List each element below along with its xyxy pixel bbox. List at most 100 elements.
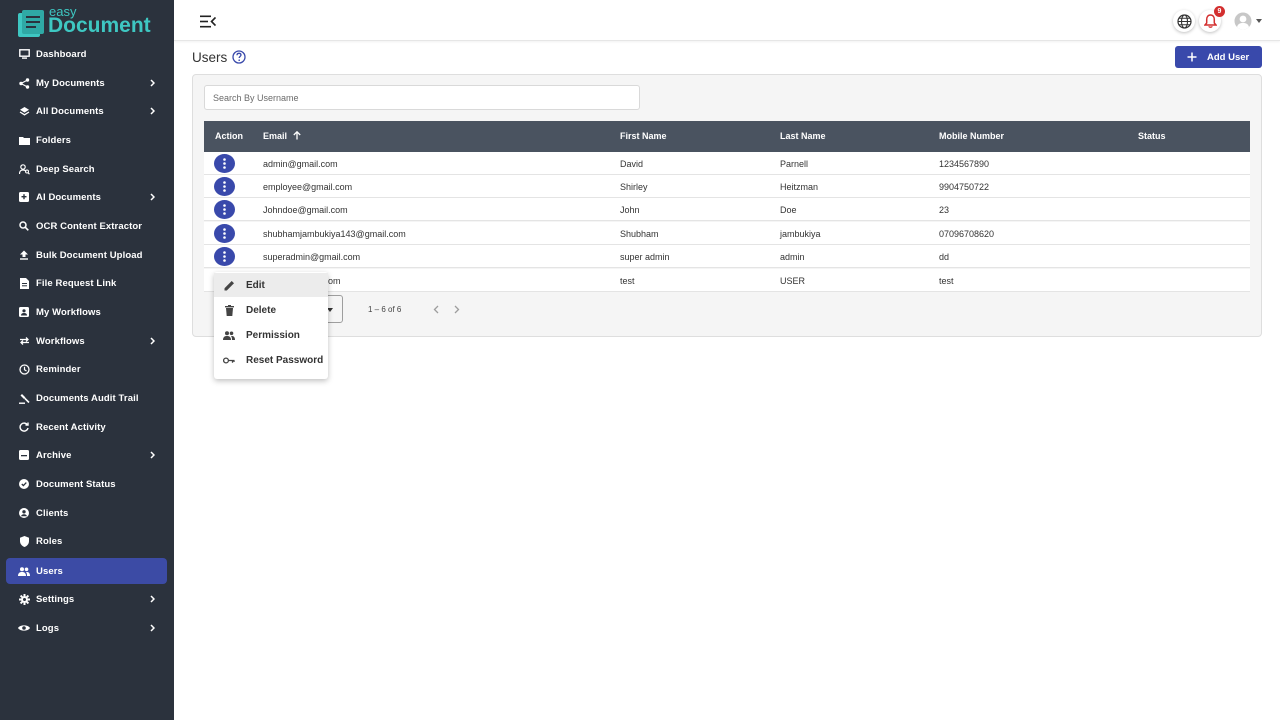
app-logo[interactable]: easy Document bbox=[16, 5, 156, 38]
avatar[interactable] bbox=[1234, 12, 1252, 30]
refresh-icon bbox=[18, 421, 30, 433]
cell-mobile: 23 bbox=[939, 205, 950, 215]
row-action-menu: Edit Delete Permission Reset Password bbox=[214, 272, 328, 379]
sidebar-item-label: Logs bbox=[36, 622, 60, 634]
table-row: Johndoe@gmail.com John Doe 23 bbox=[204, 198, 1250, 221]
column-header-mobile-number[interactable]: Mobile Number bbox=[939, 131, 1004, 141]
row-action-button[interactable] bbox=[214, 177, 235, 196]
sidebar-item-file-request-link[interactable]: File Request Link bbox=[6, 270, 167, 296]
monitor-icon bbox=[18, 48, 30, 60]
archive-icon bbox=[18, 449, 30, 461]
sidebar-item-bulk-document-upload[interactable]: Bulk Document Upload bbox=[6, 242, 167, 268]
cell-last-name: USER bbox=[780, 276, 806, 286]
column-header-status[interactable]: Status bbox=[1138, 131, 1166, 141]
key-icon bbox=[223, 354, 235, 366]
cell-last-name: jambukiya bbox=[780, 229, 821, 239]
notifications-button[interactable]: 9 bbox=[1199, 6, 1225, 32]
column-header-email[interactable]: Email bbox=[263, 130, 301, 141]
search-icon bbox=[18, 220, 30, 232]
pencil-icon bbox=[223, 279, 235, 291]
chevron-right-icon bbox=[150, 337, 155, 345]
sidebar-item-roles[interactable]: Roles bbox=[6, 528, 167, 554]
globe-icon bbox=[1176, 13, 1192, 29]
sidebar-item-label: Recent Activity bbox=[36, 421, 106, 433]
sidebar-item-documents-audit-trail[interactable]: Documents Audit Trail bbox=[6, 385, 167, 411]
sidebar-item-clients[interactable]: Clients bbox=[6, 500, 167, 526]
cell-last-name: Doe bbox=[780, 205, 797, 215]
more-vert-icon bbox=[223, 158, 226, 169]
people-icon bbox=[223, 329, 235, 341]
upload-icon bbox=[18, 249, 30, 261]
clock-icon bbox=[18, 363, 30, 375]
cell-mobile: 9904750722 bbox=[939, 182, 990, 192]
gavel-icon bbox=[18, 392, 30, 404]
menu-item-permission[interactable]: Permission bbox=[214, 323, 328, 347]
sidebar-item-label: Deep Search bbox=[36, 163, 95, 175]
sidebar-item-my-documents[interactable]: My Documents bbox=[6, 70, 167, 96]
sidebar-item-archive[interactable]: Archive bbox=[6, 442, 167, 468]
row-action-button[interactable] bbox=[214, 154, 235, 173]
person-search-icon bbox=[18, 163, 30, 175]
menu-collapse-icon[interactable] bbox=[200, 15, 216, 28]
menu-item-reset-password[interactable]: Reset Password bbox=[214, 348, 328, 372]
sidebar-item-label: Folders bbox=[36, 134, 72, 146]
language-button[interactable] bbox=[1173, 10, 1195, 32]
sidebar-item-workflows[interactable]: Workflows bbox=[6, 328, 167, 354]
cell-first-name: super admin bbox=[620, 252, 670, 262]
table-row: shubhamjambukiya143@gmail.com Shubham ja… bbox=[204, 222, 1250, 245]
row-action-button[interactable] bbox=[214, 224, 235, 243]
sidebar-item-settings[interactable]: Settings bbox=[6, 586, 167, 612]
previous-page-button[interactable] bbox=[429, 302, 443, 316]
help-icon[interactable] bbox=[232, 50, 246, 64]
sidebar-item-label: All Documents bbox=[36, 105, 104, 117]
sidebar-item-ocr-content-extractor[interactable]: OCR Content Extractor bbox=[6, 213, 167, 239]
sidebar-item-recent-activity[interactable]: Recent Activity bbox=[6, 414, 167, 440]
sidebar-item-dashboard[interactable]: Dashboard bbox=[6, 41, 167, 67]
sidebar-item-logs[interactable]: Logs bbox=[6, 615, 167, 641]
more-vert-icon bbox=[223, 204, 226, 215]
menu-item-label: Reset Password bbox=[246, 354, 324, 366]
sidebar-item-reminder[interactable]: Reminder bbox=[6, 356, 167, 382]
cell-first-name: Shubham bbox=[620, 229, 659, 239]
sidebar-item-label: Users bbox=[36, 565, 63, 577]
chevron-right-icon bbox=[150, 79, 155, 87]
add-user-button[interactable]: Add User bbox=[1175, 46, 1262, 68]
share-icon bbox=[18, 77, 30, 89]
sidebar-item-ai-documents[interactable]: AI Documents bbox=[6, 184, 167, 210]
cell-last-name: Heitzman bbox=[780, 182, 819, 192]
chevron-right-icon bbox=[150, 107, 155, 115]
search-input[interactable] bbox=[204, 85, 640, 110]
column-header-last-name[interactable]: Last Name bbox=[780, 131, 826, 141]
sidebar-item-label: Bulk Document Upload bbox=[36, 249, 143, 261]
sidebar-item-my-workflows[interactable]: My Workflows bbox=[6, 299, 167, 325]
cell-last-name: Parnell bbox=[780, 159, 809, 169]
page-title: Users bbox=[192, 50, 228, 65]
bell-icon bbox=[1203, 14, 1217, 28]
sidebar-item-deep-search[interactable]: Deep Search bbox=[6, 156, 167, 182]
cell-first-name: test bbox=[620, 276, 635, 286]
sidebar-item-all-documents[interactable]: All Documents bbox=[6, 98, 167, 124]
next-page-button[interactable] bbox=[450, 302, 464, 316]
column-header-first-name[interactable]: First Name bbox=[620, 131, 667, 141]
row-action-button[interactable] bbox=[214, 200, 235, 219]
caret-down-icon[interactable] bbox=[1256, 19, 1262, 23]
check-badge-icon bbox=[18, 478, 30, 490]
sidebar-item-label: My Workflows bbox=[36, 306, 101, 318]
sidebar-item-users[interactable]: Users bbox=[6, 558, 167, 584]
file-icon bbox=[18, 277, 30, 289]
menu-item-delete[interactable]: Delete bbox=[214, 298, 328, 322]
sidebar-item-document-status[interactable]: Document Status bbox=[6, 471, 167, 497]
more-vert-icon bbox=[223, 181, 226, 192]
sidebar-item-folders[interactable]: Folders bbox=[6, 127, 167, 153]
table-header: Action Email First Name Last Name Mobile… bbox=[204, 121, 1250, 152]
top-bar: 9 bbox=[174, 0, 1280, 41]
cell-email: employee@gmail.com bbox=[263, 182, 353, 192]
workflow-icon bbox=[18, 306, 30, 318]
sidebar-item-label: Document Status bbox=[36, 478, 116, 490]
menu-item-label: Edit bbox=[246, 279, 265, 291]
menu-item-edit[interactable]: Edit bbox=[214, 273, 328, 297]
trash-icon bbox=[223, 304, 235, 316]
notification-badge: 9 bbox=[1214, 6, 1225, 17]
chevron-right-icon bbox=[454, 305, 460, 313]
row-action-button[interactable] bbox=[214, 247, 235, 266]
